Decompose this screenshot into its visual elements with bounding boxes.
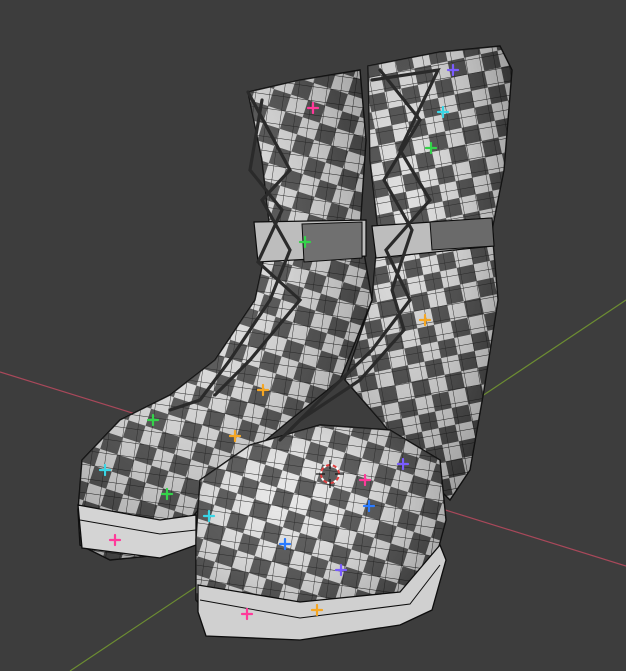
3d-viewport[interactable] xyxy=(0,0,626,671)
viewport-canvas[interactable] xyxy=(0,0,626,671)
right-boot-toe[interactable] xyxy=(195,424,447,641)
